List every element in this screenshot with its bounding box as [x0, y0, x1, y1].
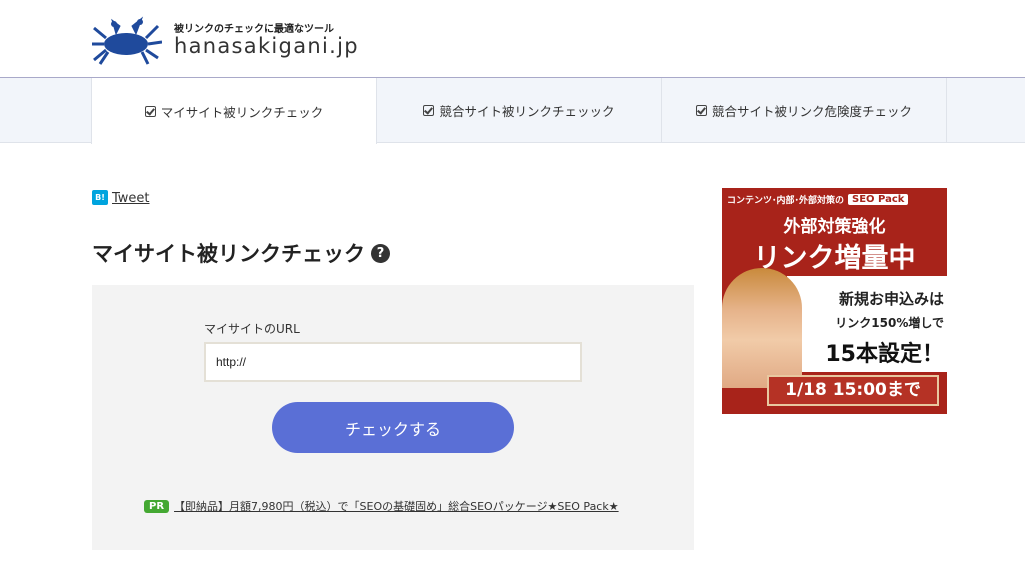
seo-pack-banner-ad[interactable]: コンテンツ･内部･外部対策の SEO Pack 外部対策強化 リンク増量中 新規…	[722, 188, 947, 414]
ad-child-photo	[722, 268, 802, 388]
ad-line3: 15本設定！	[825, 342, 944, 367]
pr-ad-line: PR 【即納品】月額7,980円（税込）で「SEOの基礎固め」総合SEOパッケー…	[144, 498, 619, 514]
url-input[interactable]	[204, 342, 582, 382]
ad-top-label: コンテンツ･内部･外部対策の	[727, 195, 845, 206]
checkbox-icon	[423, 105, 435, 116]
ad-top-text: コンテンツ･内部･外部対策の SEO Pack	[722, 188, 947, 210]
check-form-panel: マイサイトのURL チェックする PR 【即納品】月額7,980円（税込）で「S…	[92, 285, 694, 550]
pr-badge: PR	[144, 499, 170, 513]
ad-deadline: 1/18 15:00まで	[767, 375, 939, 406]
site-tagline: 被リンクのチェックに最適なツール	[174, 24, 334, 35]
tab-label: 競合サイト被リンク危険度チェック	[711, 104, 912, 119]
tab-label: 競合サイト被リンクチェッック	[439, 104, 615, 119]
url-field-label: マイサイトのURL	[204, 322, 300, 336]
tab-label: マイサイト被リンクチェック	[160, 104, 324, 120]
site-name[interactable]: hanasakigani.jp	[174, 34, 359, 58]
checkbox-icon	[695, 105, 707, 116]
tweet-link[interactable]: Tweet	[112, 191, 150, 206]
ad-headline1: 外部対策強化	[783, 217, 886, 237]
ad-brand: SEO Pack	[848, 193, 909, 205]
hatena-bookmark-icon[interactable]: B!	[92, 190, 108, 205]
help-icon[interactable]: ?	[371, 243, 390, 263]
page-title-text: マイサイト被リンクチェック	[92, 242, 365, 266]
ad-line1: 新規お申込みは	[838, 290, 944, 308]
page-title: マイサイト被リンクチェック ?	[92, 238, 390, 268]
tab-competitor-risk-check[interactable]: 競合サイト被リンク危険度チェック	[662, 78, 947, 143]
tab-competitor-backlink-check[interactable]: 競合サイト被リンクチェッック	[377, 78, 662, 143]
checkbox-icon	[144, 105, 156, 117]
ad-line2: リンク150%増しで	[835, 316, 944, 330]
main-nav: マイサイト被リンクチェック 競合サイト被リンクチェッック 競合サイト被リンク危険…	[0, 77, 1025, 144]
site-header: 被リンクのチェックに最適なツール hanasakigani.jp	[0, 0, 1025, 77]
pr-ad-link[interactable]: 【即納品】月額7,980円（税込）で「SEOの基礎固め」総合SEOパッケージ★S…	[174, 498, 619, 514]
crab-logo-icon[interactable]	[92, 14, 162, 66]
tab-my-site-backlink-check[interactable]: マイサイト被リンクチェック	[91, 78, 377, 144]
check-button[interactable]: チェックする	[272, 402, 514, 453]
